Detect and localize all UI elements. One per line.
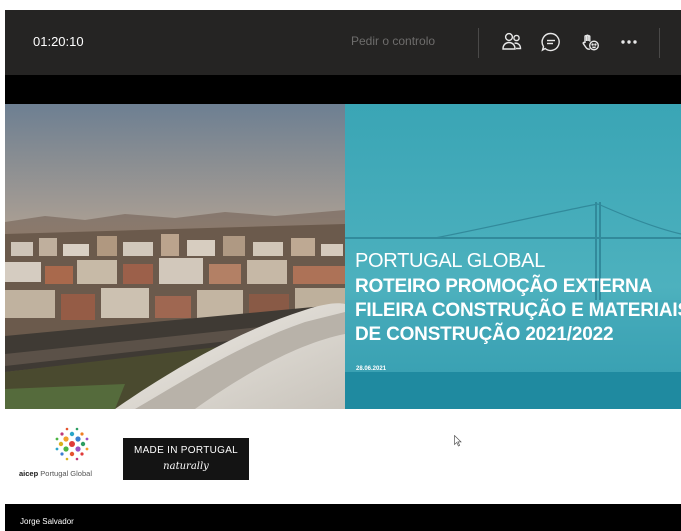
toolbar-divider (659, 28, 660, 58)
slide-brand-text: PORTUGAL GLOBAL (355, 250, 546, 272)
made-in-portugal-badge: MADE IN PORTUGAL naturally (123, 438, 249, 480)
more-options-icon[interactable] (616, 29, 642, 55)
naturally-text: naturally (163, 461, 209, 472)
reactions-icon[interactable] (577, 29, 603, 55)
presenter-name: Jorge Salvador (20, 517, 74, 526)
lisbon-city-photo (5, 104, 345, 409)
slide-title-line-3: DE CONSTRUÇÃO 2021/2022 (355, 324, 614, 345)
shared-presentation-slide: PORTUGAL GLOBAL ROTEIRO PROMOÇÃO EXTERNA… (5, 104, 681, 504)
aicep-logo-text: aicep Portugal Global (19, 469, 92, 478)
meeting-timer: 01:20:10 (33, 34, 84, 49)
meeting-stage: 01:20:10 Pedir o controlo PORTUGAL GLOBA… (5, 10, 681, 531)
made-in-portugal-text: MADE IN PORTUGAL (133, 445, 239, 456)
request-control-button[interactable]: Pedir o controlo (351, 34, 435, 48)
slide-title-line-1: ROTEIRO PROMOÇÃO EXTERNA (355, 276, 653, 297)
mouse-cursor-icon (454, 434, 462, 447)
slide-date: 28.06.2021 (356, 366, 387, 372)
meeting-control-bar: 01:20:10 Pedir o controlo (5, 10, 681, 75)
slide-title-line-2: FILEIRA CONSTRUÇÃO E MATERIAIS (355, 300, 681, 321)
chat-icon[interactable] (538, 29, 564, 55)
participants-icon[interactable] (499, 29, 525, 55)
aicep-globe-logo (17, 422, 127, 474)
toolbar-divider (478, 28, 479, 58)
